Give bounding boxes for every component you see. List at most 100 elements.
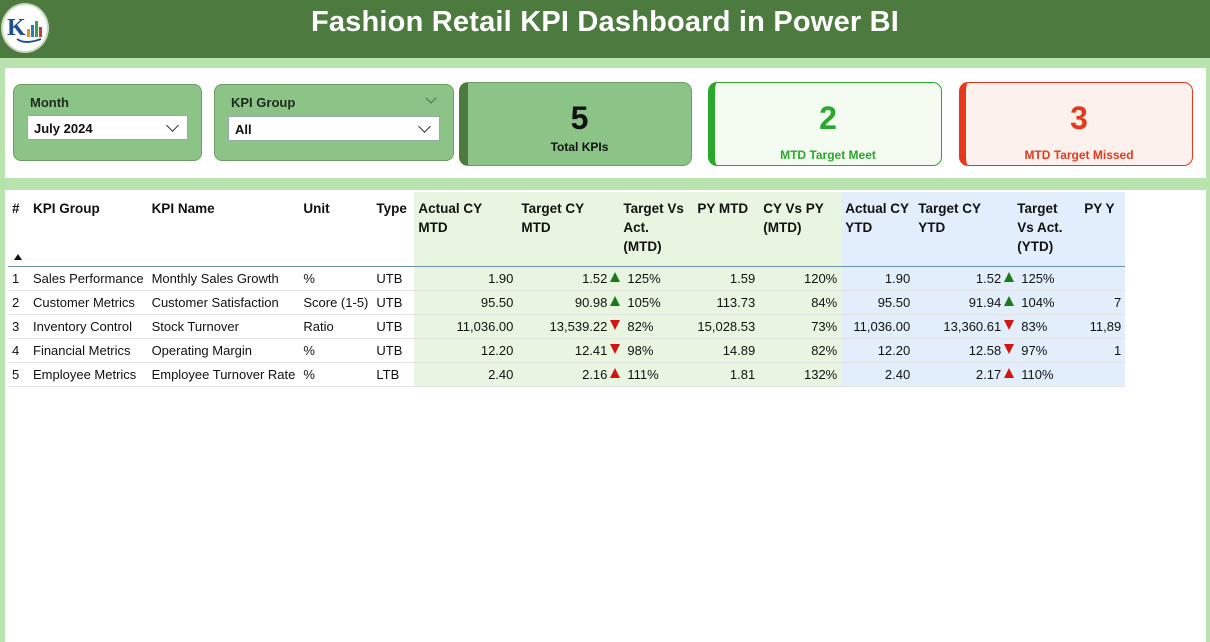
table-row[interactable]: 4 Financial Metrics Operating Margin% UTB 12… (8, 338, 1126, 363)
mtd-target-meet-label: MTD Target Meet (780, 148, 876, 162)
table-cell: LTB (372, 362, 415, 387)
table-row[interactable]: 1 Sales Performance Monthly Sales Growth% U… (8, 266, 1126, 291)
column-header[interactable]: Actual CY YTD (841, 192, 915, 267)
kpi-group-slicer: KPI Group All (214, 84, 454, 161)
total-kpis-label: Total KPIs (550, 140, 609, 154)
table-cell: 1.90 (841, 266, 915, 291)
target-vs-actual-cell: 104% (1004, 290, 1081, 315)
column-header[interactable]: PY Y (1080, 192, 1126, 267)
table-row[interactable]: 5 Employee Metrics Employee Turnover Rate%… (8, 362, 1126, 387)
target-vs-actual-cell: 105% (610, 290, 694, 315)
kpi-group-slicer-label: KPI Group (231, 95, 296, 110)
table-cell: 1.81 (693, 362, 760, 387)
table-cell: 15,028.53 (693, 314, 760, 339)
table-cell: 11,036.00 (841, 314, 915, 339)
triangle-up-icon (610, 271, 621, 282)
table-cell: 3 (8, 314, 29, 339)
table-cell: 84% (759, 290, 842, 315)
table-cell: Financial Metrics (29, 338, 148, 363)
triangle-down-icon (610, 319, 621, 330)
mtd-target-missed-card: 3 MTD Target Missed (959, 82, 1193, 166)
month-slicer: Month July 2024 (13, 84, 202, 161)
collapse-chevron-icon[interactable] (425, 92, 437, 104)
table-row[interactable]: 2 Customer Metrics Customer Satisfaction Sc… (8, 290, 1126, 315)
table-cell: 14.89 (693, 338, 760, 363)
table-cell: Operating Margin (147, 338, 300, 363)
mtd-target-meet-card: 2 MTD Target Meet (708, 82, 942, 166)
table-cell: 95.50 (414, 290, 518, 315)
column-header[interactable]: Target CY YTD (914, 192, 1006, 267)
table-cell: 1 (1080, 338, 1126, 363)
cell-value: 97% (1021, 342, 1048, 358)
table-cell: 132% (759, 362, 842, 387)
column-header[interactable]: Actual CY MTD (414, 192, 518, 267)
table-cell: 7 (1080, 290, 1126, 315)
month-dropdown[interactable]: July 2024 (27, 115, 188, 140)
table-cell: 90.98 (517, 290, 612, 315)
table-cell: 12.41 (517, 338, 612, 363)
chevron-down-icon[interactable] (166, 119, 179, 132)
cell-value: 125% (1021, 270, 1055, 286)
cell-value: 125% (627, 270, 661, 286)
cell-value: 83% (1021, 318, 1048, 334)
table-cell: 13,360.61 (914, 314, 1006, 339)
table-cell: Ratio (299, 314, 373, 339)
column-header[interactable]: # (8, 192, 29, 267)
column-header[interactable]: Target Vs Act. (MTD) (611, 192, 694, 267)
table-cell: 13,539.22 (517, 314, 612, 339)
target-vs-actual-cell: 110% (1004, 362, 1081, 387)
table-cell: 11,89 (1080, 314, 1126, 339)
table-cell: UTB (372, 314, 415, 339)
triangle-down-icon (1004, 319, 1015, 330)
table-cell: 1.52 (517, 266, 612, 291)
kpi-group-dropdown-value: All (235, 122, 252, 137)
triangle-up-icon (1004, 271, 1015, 282)
triangle-up-icon (610, 295, 621, 306)
cell-value: 110% (1021, 366, 1054, 382)
table-cell: 1.52 (914, 266, 1006, 291)
column-header[interactable]: KPI Group (29, 192, 148, 267)
triangle-down-icon (1004, 343, 1015, 354)
table-cell: 113.73 (693, 290, 760, 315)
cell-value: 82% (627, 318, 654, 334)
kpi-table: # KPI Group KPI Name Unit Type Actual CY… (8, 192, 1126, 387)
column-header[interactable]: KPI Name (147, 192, 300, 267)
total-kpis-card: 5 Total KPIs (459, 82, 692, 166)
total-kpis-value: 5 (570, 100, 589, 136)
table-cell (1080, 362, 1126, 387)
column-header[interactable]: CY Vs PY (MTD) (759, 192, 842, 267)
table-cell: Customer Satisfaction (147, 290, 300, 315)
chevron-down-icon[interactable] (418, 120, 431, 133)
mtd-target-missed-label: MTD Target Missed (1024, 148, 1134, 162)
target-vs-actual-cell: 97% (1004, 338, 1081, 363)
column-header[interactable]: Type (372, 192, 415, 267)
table-cell: 4 (8, 338, 29, 363)
column-header[interactable]: Unit (299, 192, 373, 267)
column-header[interactable]: Target Vs Act. (YTD) (1005, 192, 1081, 267)
column-header[interactable]: Target CY MTD (517, 192, 612, 267)
kpi-group-dropdown[interactable]: All (228, 116, 440, 141)
table-cell: 12.20 (841, 338, 915, 363)
column-header[interactable]: PY MTD (693, 192, 760, 267)
table-cell: 1.90 (414, 266, 518, 291)
table-cell: Sales Performance (29, 266, 148, 291)
table-cell: 2.17 (914, 362, 1006, 387)
target-vs-actual-cell: 111% (610, 362, 694, 387)
triangle-up-icon (1004, 295, 1015, 306)
table-cell: Employee Turnover Rate (147, 362, 300, 387)
cell-value: 98% (627, 342, 654, 358)
target-vs-actual-cell: 83% (1004, 314, 1081, 339)
table-cell (1080, 266, 1126, 291)
table-cell: 120% (759, 266, 842, 291)
table-cell: % (299, 266, 373, 291)
table-row[interactable]: 3 Inventory Control Stock Turnover Ratio UTB… (8, 314, 1126, 339)
table-cell: 12.20 (414, 338, 518, 363)
table-cell: 82% (759, 338, 842, 363)
table-cell: % (299, 338, 373, 363)
table-cell: Monthly Sales Growth (147, 266, 300, 291)
triangle-up-icon (610, 367, 621, 378)
target-vs-actual-cell: 125% (1004, 266, 1081, 291)
mtd-target-missed-value: 3 (1070, 100, 1088, 136)
cell-value: 105% (627, 294, 661, 310)
month-dropdown-value: July 2024 (34, 121, 93, 136)
